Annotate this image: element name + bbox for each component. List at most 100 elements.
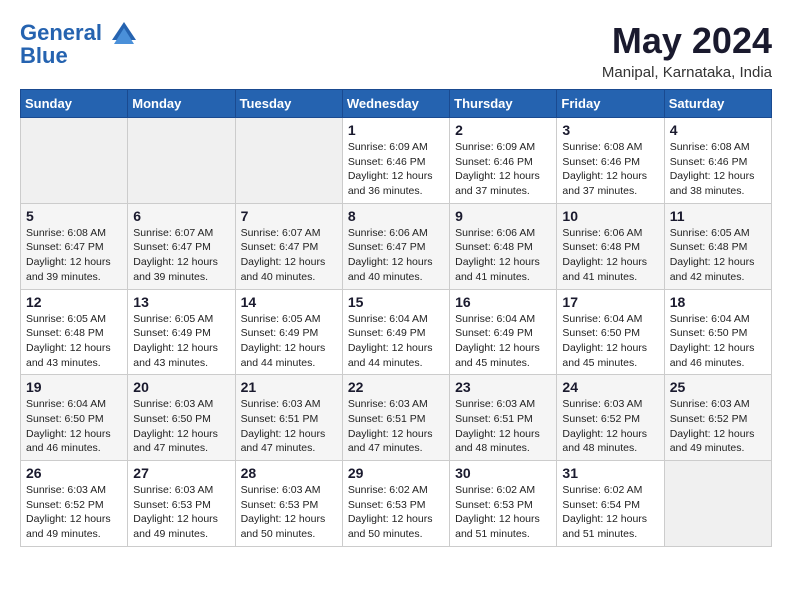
calendar-cell: 21Sunrise: 6:03 AMSunset: 6:51 PMDayligh… [235, 375, 342, 461]
calendar-cell: 2 Sunrise: 6:09 AMSunset: 6:46 PMDaylight… [450, 118, 557, 204]
day-number: 15 [348, 294, 444, 310]
day-number: 29 [348, 465, 444, 481]
month-title: May 2024 [602, 20, 772, 62]
calendar-cell: 1 Sunrise: 6:09 AMSunset: 6:46 PMDaylight… [342, 118, 449, 204]
calendar-table: SundayMondayTuesdayWednesdayThursdayFrid… [20, 89, 772, 547]
calendar-cell: 28Sunrise: 6:03 AMSunset: 6:53 PMDayligh… [235, 461, 342, 547]
day-info: Sunrise: 6:08 AMSunset: 6:47 PMDaylight:… [26, 226, 122, 285]
calendar-cell: 24 Sunrise: 6:03 AMSunset: 6:52 PMDayligh… [557, 375, 664, 461]
day-of-week-header: Sunday [21, 90, 128, 118]
day-number: 6 [133, 208, 229, 224]
day-number: 5 [26, 208, 122, 224]
day-number: 20 [133, 379, 229, 395]
day-number: 7 [241, 208, 337, 224]
calendar-cell: 12 Sunrise: 6:05 AMSunset: 6:48 PMDayligh… [21, 289, 128, 375]
day-info: Sunrise: 6:03 AMSunset: 6:51 PMDaylight:… [348, 397, 444, 456]
day-number: 17 [562, 294, 658, 310]
calendar-cell: 18 Sunrise: 6:04 AMSunset: 6:50 PMDayligh… [664, 289, 771, 375]
calendar-week-row: 5 Sunrise: 6:08 AMSunset: 6:47 PMDaylight… [21, 203, 772, 289]
calendar-cell: 25 Sunrise: 6:03 AMSunset: 6:52 PMDayligh… [664, 375, 771, 461]
calendar-cell: 9Sunrise: 6:06 AMSunset: 6:48 PMDaylight… [450, 203, 557, 289]
calendar-header-row: SundayMondayTuesdayWednesdayThursdayFrid… [21, 90, 772, 118]
calendar-week-row: 26 Sunrise: 6:03 AMSunset: 6:52 PMDayligh… [21, 461, 772, 547]
day-number: 25 [670, 379, 766, 395]
calendar-cell: 16 Sunrise: 6:04 AMSunset: 6:49 PMDayligh… [450, 289, 557, 375]
calendar-cell [21, 118, 128, 204]
calendar-cell: 3 Sunrise: 6:08 AMSunset: 6:46 PMDaylight… [557, 118, 664, 204]
calendar-cell: 13 Sunrise: 6:05 AMSunset: 6:49 PMDayligh… [128, 289, 235, 375]
day-number: 13 [133, 294, 229, 310]
day-number: 26 [26, 465, 122, 481]
day-number: 18 [670, 294, 766, 310]
day-number: 14 [241, 294, 337, 310]
day-of-week-header: Wednesday [342, 90, 449, 118]
calendar-cell: 29Sunrise: 6:02 AMSunset: 6:53 PMDayligh… [342, 461, 449, 547]
calendar-cell: 10 Sunrise: 6:06 AMSunset: 6:48 PMDayligh… [557, 203, 664, 289]
calendar-cell [128, 118, 235, 204]
title-block: May 2024 Manipal, Karnataka, India [602, 20, 772, 81]
day-number: 31 [562, 465, 658, 481]
day-info: Sunrise: 6:09 AMSunset: 6:46 PMDaylight:… [348, 140, 444, 199]
day-info: Sunrise: 6:03 AMSunset: 6:51 PMDaylight:… [241, 397, 337, 456]
day-number: 19 [26, 379, 122, 395]
day-number: 4 [670, 122, 766, 138]
calendar-week-row: 12 Sunrise: 6:05 AMSunset: 6:48 PMDayligh… [21, 289, 772, 375]
day-number: 3 [562, 122, 658, 138]
day-info: Sunrise: 6:05 AMSunset: 6:48 PMDaylight:… [26, 312, 122, 371]
day-number: 2 [455, 122, 551, 138]
day-info: Sunrise: 6:06 AMSunset: 6:48 PMDaylight:… [562, 226, 658, 285]
calendar-cell: 31 Sunrise: 6:02 AMSunset: 6:54 PMDayligh… [557, 461, 664, 547]
day-info: Sunrise: 6:07 AMSunset: 6:47 PMDaylight:… [241, 226, 337, 285]
calendar-cell: 14Sunrise: 6:05 AMSunset: 6:49 PMDayligh… [235, 289, 342, 375]
day-number: 9 [455, 208, 551, 224]
location-label: Manipal, Karnataka, India [602, 64, 772, 81]
calendar-cell: 22 Sunrise: 6:03 AMSunset: 6:51 PMDayligh… [342, 375, 449, 461]
day-info: Sunrise: 6:05 AMSunset: 6:49 PMDaylight:… [133, 312, 229, 371]
day-number: 10 [562, 208, 658, 224]
day-info: Sunrise: 6:03 AMSunset: 6:52 PMDaylight:… [562, 397, 658, 456]
calendar-cell: 15 Sunrise: 6:04 AMSunset: 6:49 PMDayligh… [342, 289, 449, 375]
day-number: 23 [455, 379, 551, 395]
calendar-cell: 8 Sunrise: 6:06 AMSunset: 6:47 PMDaylight… [342, 203, 449, 289]
day-info: Sunrise: 6:03 AMSunset: 6:52 PMDaylight:… [26, 483, 122, 542]
calendar-cell: 30Sunrise: 6:02 AMSunset: 6:53 PMDayligh… [450, 461, 557, 547]
day-info: Sunrise: 6:06 AMSunset: 6:47 PMDaylight:… [348, 226, 444, 285]
calendar-cell [235, 118, 342, 204]
calendar-cell: 17 Sunrise: 6:04 AMSunset: 6:50 PMDayligh… [557, 289, 664, 375]
day-info: Sunrise: 6:07 AMSunset: 6:47 PMDaylight:… [133, 226, 229, 285]
day-info: Sunrise: 6:04 AMSunset: 6:49 PMDaylight:… [348, 312, 444, 371]
page-header: General Blue May 2024 Manipal, Karnataka… [20, 20, 772, 81]
day-info: Sunrise: 6:08 AMSunset: 6:46 PMDaylight:… [670, 140, 766, 199]
day-of-week-header: Friday [557, 90, 664, 118]
logo-icon [110, 20, 138, 48]
day-number: 24 [562, 379, 658, 395]
day-info: Sunrise: 6:03 AMSunset: 6:51 PMDaylight:… [455, 397, 551, 456]
calendar-cell: 7 Sunrise: 6:07 AMSunset: 6:47 PMDaylight… [235, 203, 342, 289]
day-info: Sunrise: 6:02 AMSunset: 6:54 PMDaylight:… [562, 483, 658, 542]
day-number: 1 [348, 122, 444, 138]
calendar-cell: 6 Sunrise: 6:07 AMSunset: 6:47 PMDaylight… [128, 203, 235, 289]
day-info: Sunrise: 6:05 AMSunset: 6:48 PMDaylight:… [670, 226, 766, 285]
calendar-cell: 23 Sunrise: 6:03 AMSunset: 6:51 PMDayligh… [450, 375, 557, 461]
calendar-cell: 4 Sunrise: 6:08 AMSunset: 6:46 PMDaylight… [664, 118, 771, 204]
day-of-week-header: Monday [128, 90, 235, 118]
day-number: 22 [348, 379, 444, 395]
day-info: Sunrise: 6:09 AMSunset: 6:46 PMDaylight:… [455, 140, 551, 199]
day-info: Sunrise: 6:04 AMSunset: 6:49 PMDaylight:… [455, 312, 551, 371]
day-info: Sunrise: 6:03 AMSunset: 6:53 PMDaylight:… [133, 483, 229, 542]
calendar-cell: 20Sunrise: 6:03 AMSunset: 6:50 PMDayligh… [128, 375, 235, 461]
day-info: Sunrise: 6:08 AMSunset: 6:46 PMDaylight:… [562, 140, 658, 199]
calendar-cell: 27Sunrise: 6:03 AMSunset: 6:53 PMDayligh… [128, 461, 235, 547]
day-number: 12 [26, 294, 122, 310]
day-info: Sunrise: 6:04 AMSunset: 6:50 PMDaylight:… [670, 312, 766, 371]
day-info: Sunrise: 6:04 AMSunset: 6:50 PMDaylight:… [26, 397, 122, 456]
calendar-week-row: 19 Sunrise: 6:04 AMSunset: 6:50 PMDayligh… [21, 375, 772, 461]
day-of-week-header: Thursday [450, 90, 557, 118]
calendar-cell: 26 Sunrise: 6:03 AMSunset: 6:52 PMDayligh… [21, 461, 128, 547]
day-info: Sunrise: 6:04 AMSunset: 6:50 PMDaylight:… [562, 312, 658, 371]
day-number: 16 [455, 294, 551, 310]
day-of-week-header: Saturday [664, 90, 771, 118]
calendar-week-row: 1 Sunrise: 6:09 AMSunset: 6:46 PMDaylight… [21, 118, 772, 204]
day-info: Sunrise: 6:03 AMSunset: 6:52 PMDaylight:… [670, 397, 766, 456]
day-number: 8 [348, 208, 444, 224]
